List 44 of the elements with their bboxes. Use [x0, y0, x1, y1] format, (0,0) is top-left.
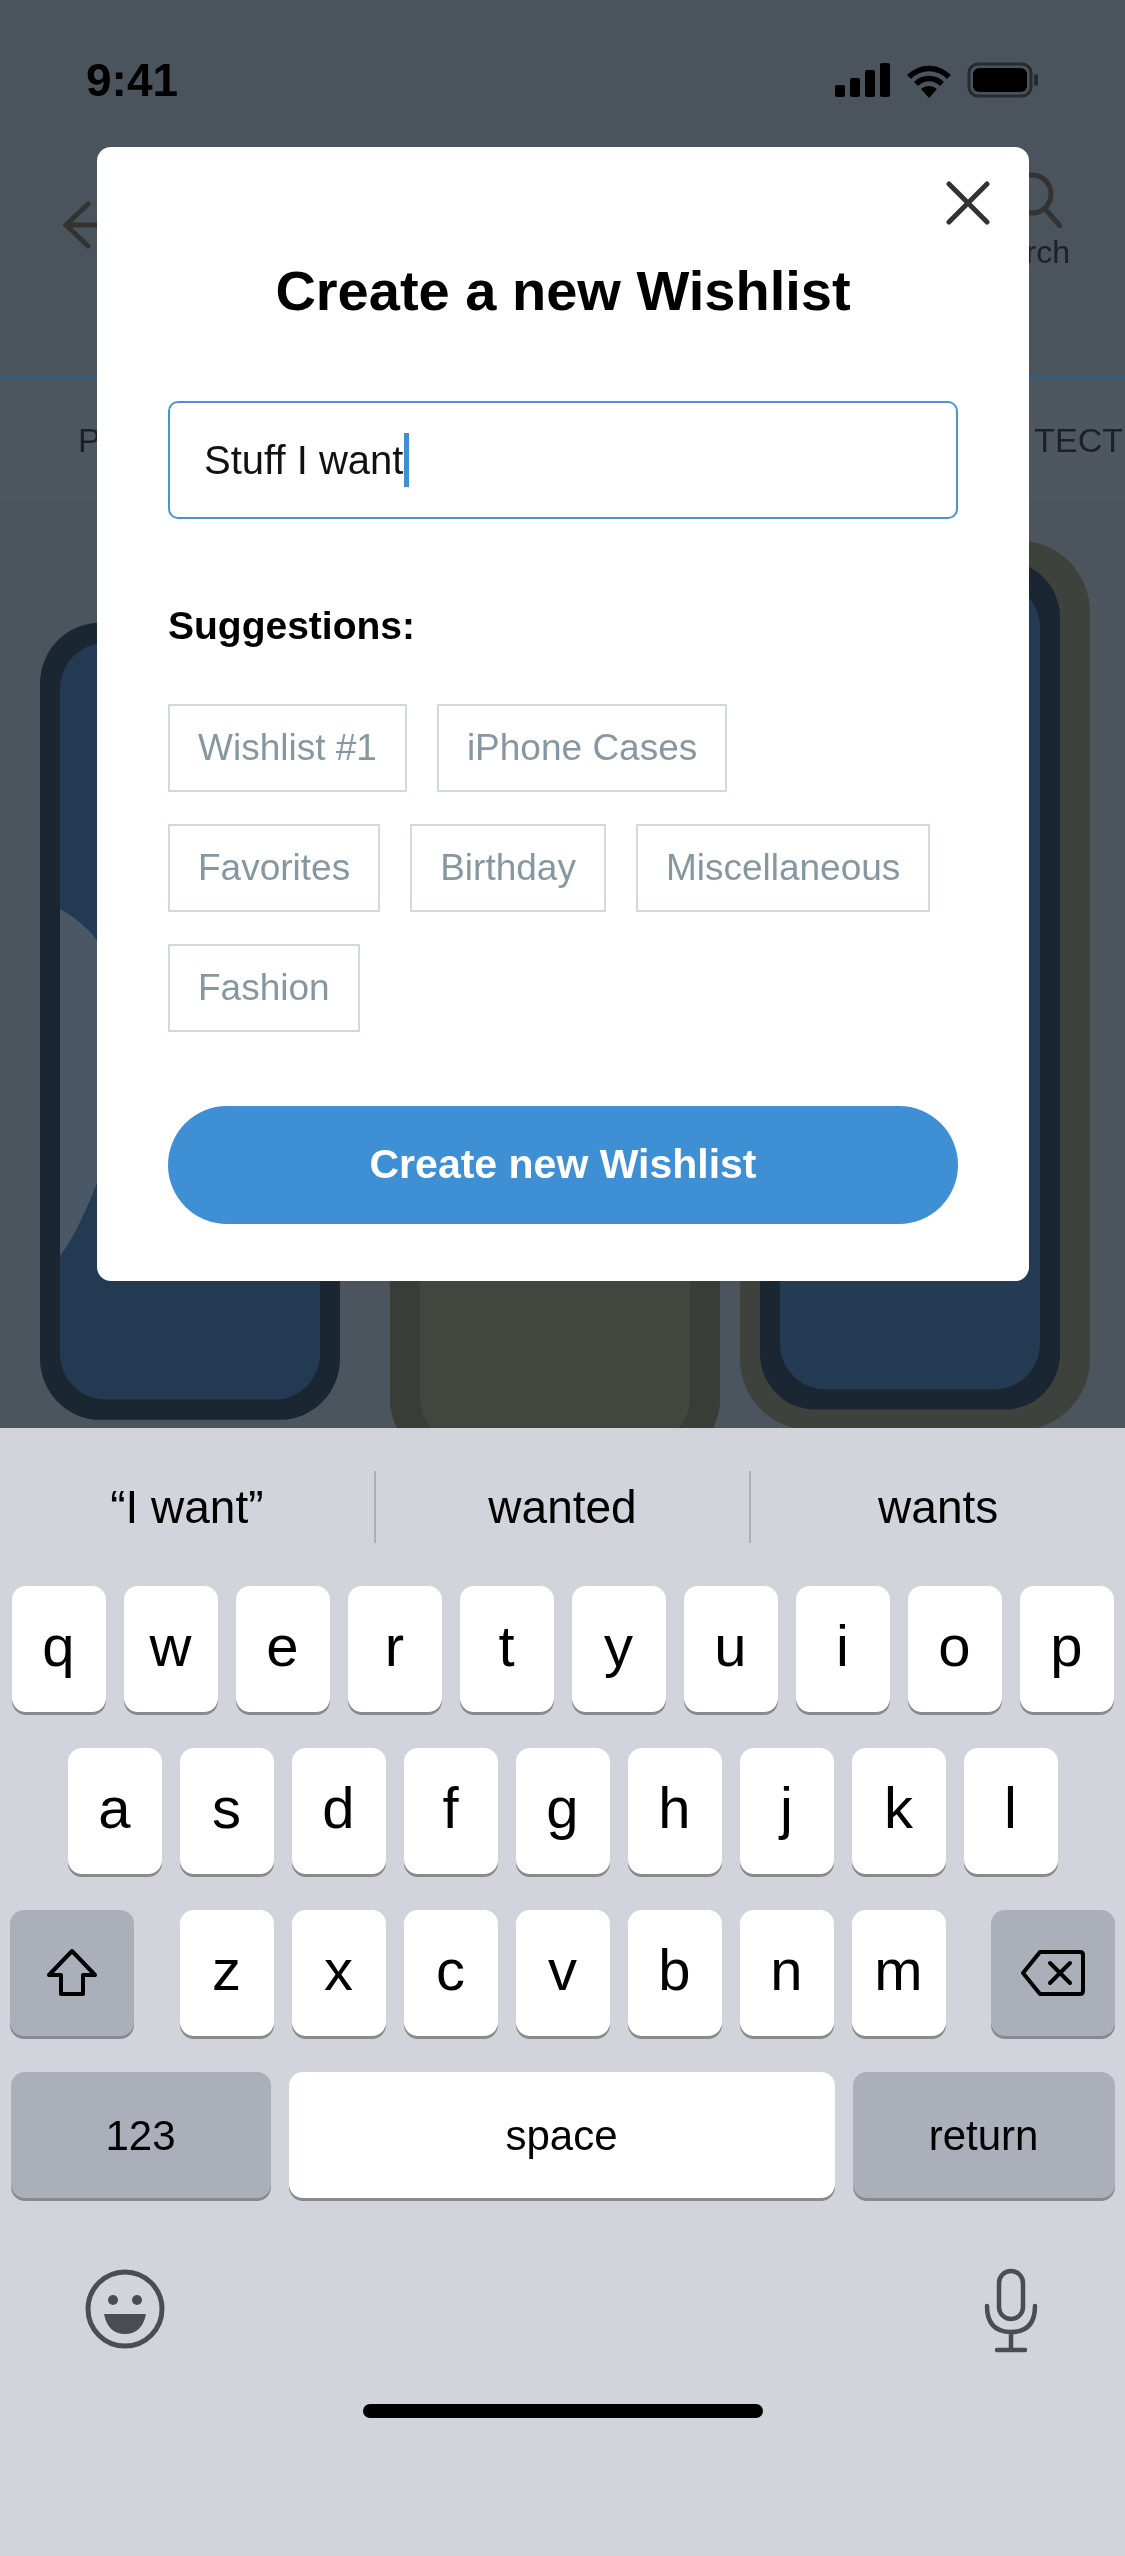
shift-icon — [45, 1948, 99, 1998]
keyboard-key[interactable]: o — [907, 1586, 1002, 1712]
keyboard-key[interactable]: j — [739, 1748, 834, 1874]
keyboard-key[interactable]: p — [1019, 1586, 1114, 1712]
battery-icon — [967, 62, 1039, 98]
keyboard-key[interactable]: s — [179, 1748, 274, 1874]
keyboard-key[interactable]: b — [627, 1910, 722, 2036]
word-suggestion[interactable]: wants — [751, 1472, 1125, 1542]
keyboard-key[interactable]: n — [739, 1910, 834, 2036]
space-key[interactable]: space — [288, 2072, 835, 2198]
word-suggestion[interactable]: “I want” — [0, 1472, 374, 1542]
keyboard-key[interactable]: e — [235, 1586, 330, 1712]
keyboard-key[interactable]: f — [403, 1748, 498, 1874]
keyboard-key[interactable]: d — [291, 1748, 386, 1874]
keyboard-key[interactable]: c — [403, 1910, 498, 2036]
keyboard-key[interactable]: y — [571, 1586, 666, 1712]
keyboard-key[interactable]: m — [851, 1910, 946, 2036]
keyboard-key[interactable]: a — [67, 1748, 162, 1874]
numbers-key[interactable]: 123 — [10, 2072, 271, 2198]
status-time: 9:41 — [86, 52, 179, 108]
keyboard-key[interactable]: h — [627, 1748, 722, 1874]
keyboard-key[interactable]: l — [963, 1748, 1058, 1874]
keyboard-key[interactable]: z — [179, 1910, 274, 2036]
keyboard-key[interactable]: g — [515, 1748, 610, 1874]
keyboard-key[interactable]: i — [795, 1586, 890, 1712]
shift-key[interactable] — [10, 1910, 134, 2036]
wishlist-name-field[interactable]: Stuff I want — [168, 401, 958, 519]
close-icon[interactable] — [946, 181, 990, 225]
keyboard-key[interactable]: w — [123, 1586, 218, 1712]
delete-key[interactable] — [991, 1910, 1115, 2036]
keyboard-key[interactable]: x — [291, 1910, 386, 2036]
dialog-title: Create a new Wishlist — [274, 258, 852, 324]
backspace-icon — [1020, 1949, 1086, 1997]
keyboard-key[interactable]: r — [347, 1586, 442, 1712]
word-suggestion[interactable]: wanted — [375, 1472, 750, 1542]
keyboard-key[interactable]: t — [459, 1586, 554, 1712]
keyboard-key[interactable]: u — [683, 1586, 778, 1712]
emoji-icon[interactable] — [84, 2268, 166, 2350]
keyboard-key[interactable]: k — [851, 1748, 946, 1874]
keyboard-key[interactable]: v — [515, 1910, 610, 2036]
suggestions-heading: Suggestions: — [168, 603, 416, 649]
keyboard-key[interactable]: q — [11, 1586, 106, 1712]
signal-icon — [835, 63, 891, 97]
return-key[interactable]: return — [852, 2072, 1115, 2198]
